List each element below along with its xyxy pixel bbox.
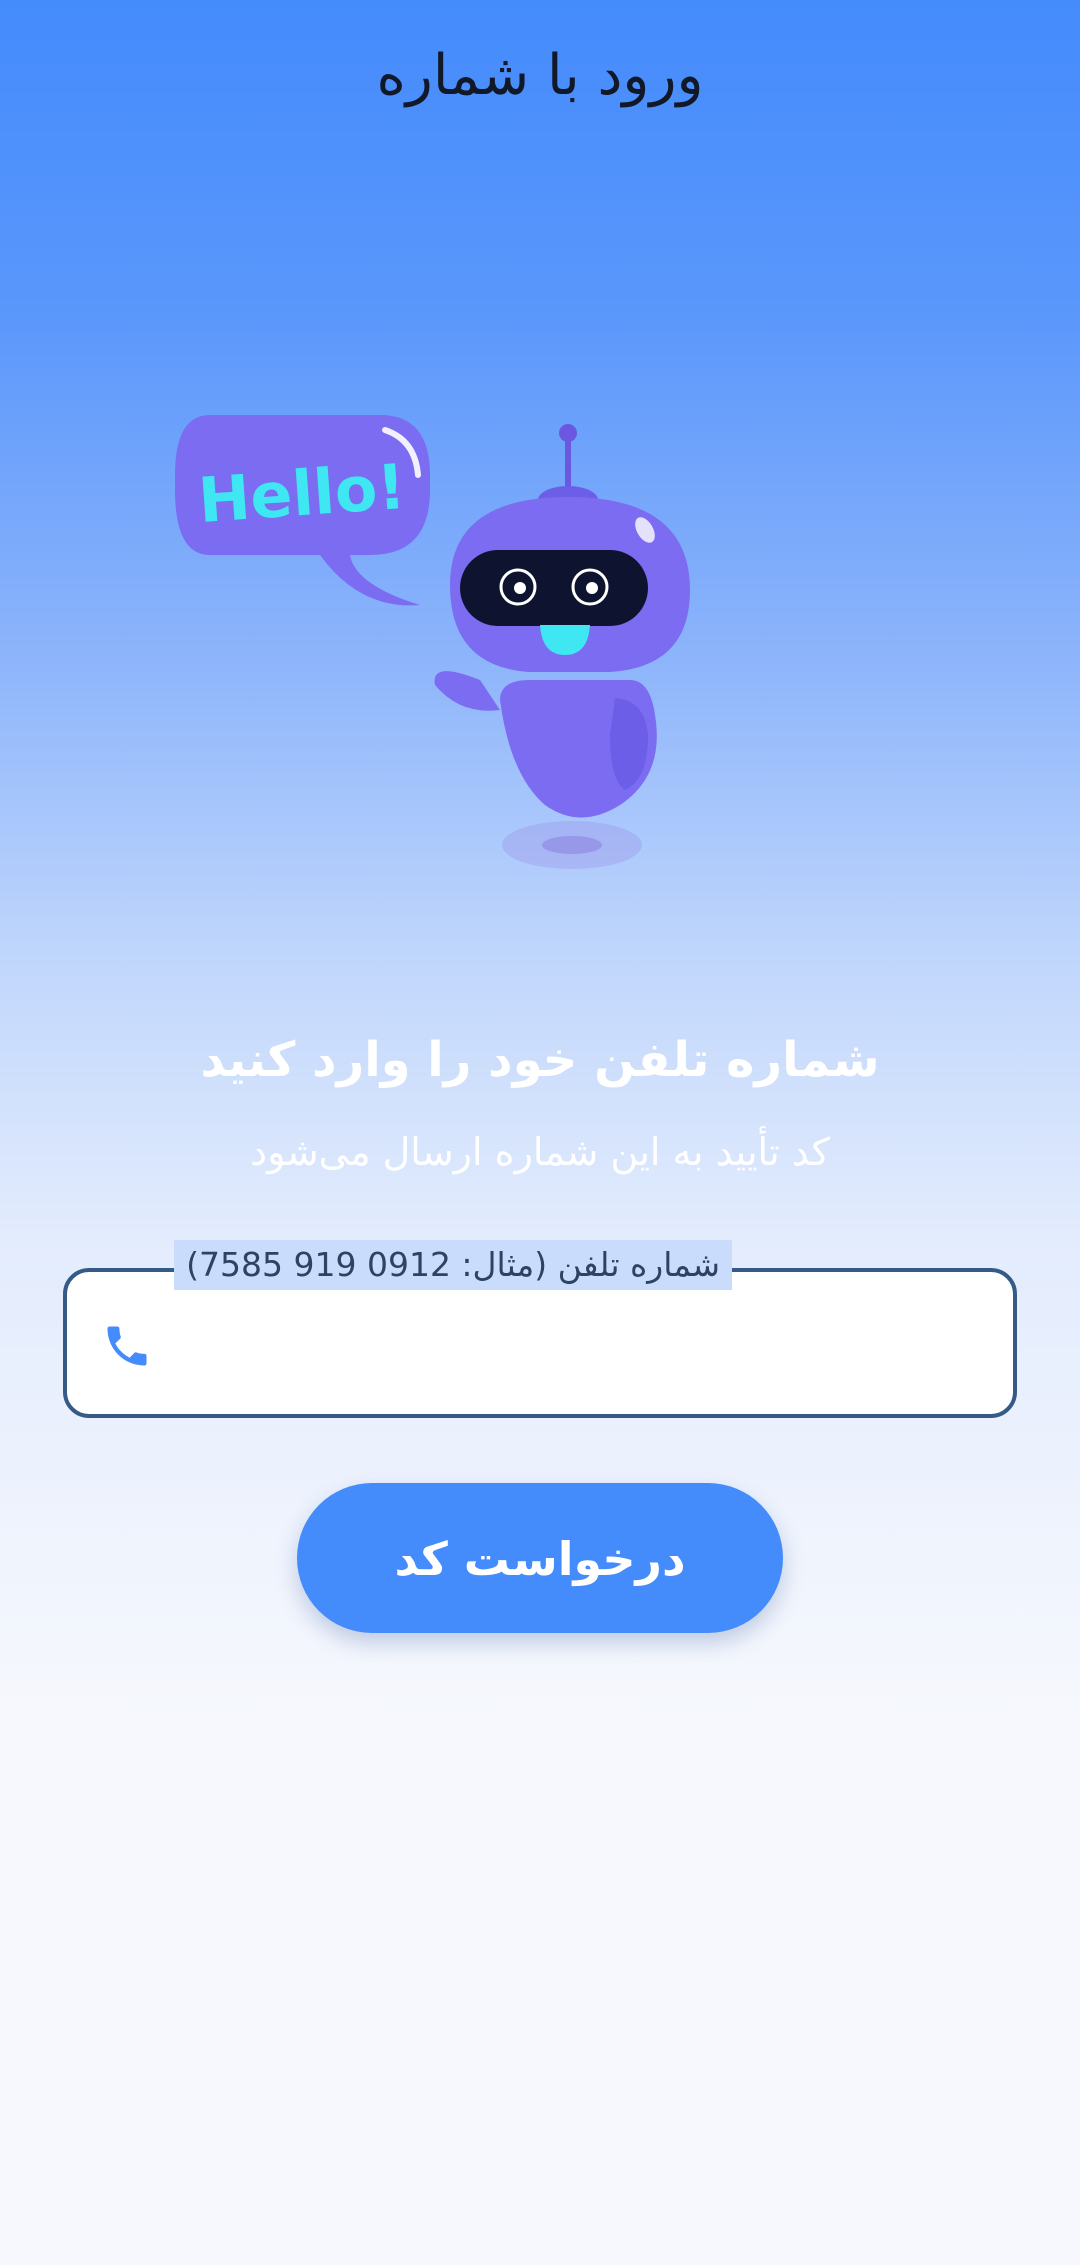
request-code-button[interactable]: درخواست کد — [297, 1483, 783, 1633]
phone-input[interactable] — [187, 1292, 991, 1394]
bubble-text: Hello! — [196, 450, 408, 537]
page-title: ورود با شماره — [376, 43, 704, 108]
phone-field-label: شماره تلفن (مثال: 0912 919 7585) — [174, 1240, 732, 1290]
phone-icon — [101, 1320, 153, 1372]
instruction-subline: کد تأیید به این شماره ارسال می‌شود — [250, 1130, 830, 1174]
robot-illustration: Hello! — [170, 415, 690, 885]
instruction-headline: شماره تلفن خود را وارد کنید — [200, 1032, 880, 1088]
phone-field[interactable] — [63, 1268, 1017, 1418]
speech-bubble: Hello! — [175, 415, 430, 606]
